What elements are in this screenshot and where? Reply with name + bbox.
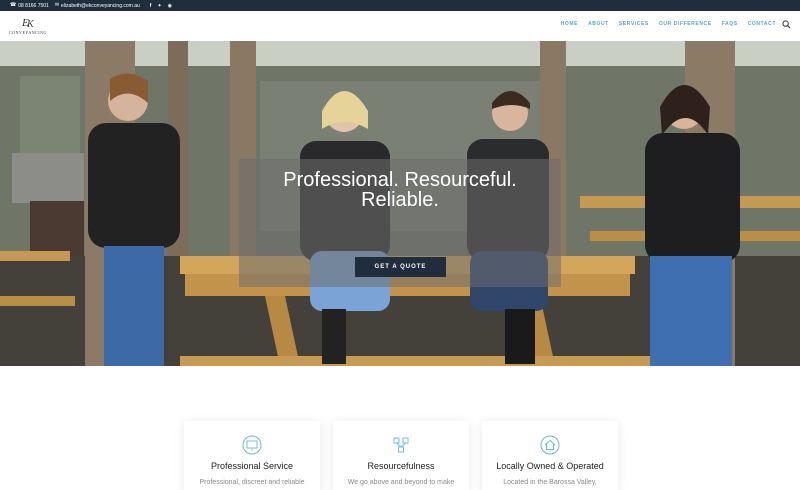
email-address: elizabeth@ekconveyancing.com.au [61, 2, 140, 9]
nav-about[interactable]: ABOUT [588, 21, 609, 27]
facebook-icon[interactable]: f [150, 3, 152, 9]
site-header: E K CONVEYANCING HOME ABOUT SERVICES OUR… [0, 11, 800, 41]
nav-services[interactable]: SERVICES [619, 21, 649, 27]
search-icon[interactable] [782, 20, 791, 29]
phone-number: 08 8166 7501 [18, 2, 49, 9]
home-icon [540, 435, 560, 455]
hero-section: Professional. Resourceful. Reliable. GET… [0, 41, 800, 366]
nav-contact[interactable]: CONTACT [748, 21, 776, 27]
logo-mark-icon: E K [21, 17, 35, 29]
email-link[interactable]: ✉ elizabeth@ekconveyancing.com.au [55, 3, 140, 9]
feature-text: We go above and beyond to make [347, 479, 455, 486]
feature-card: Professional Service Professional, discr… [184, 421, 320, 490]
network-icon [393, 437, 409, 453]
phone-icon: ☎ [10, 2, 17, 8]
main-nav: HOME ABOUT SERVICES OUR DIFFERENCE FAQS … [561, 21, 776, 27]
top-bar: ☎ 08 8166 7501 ✉ elizabeth@ekconveyancin… [0, 0, 800, 11]
nav-our-difference[interactable]: OUR DIFFERENCE [659, 21, 712, 27]
nav-home[interactable]: HOME [561, 21, 578, 27]
instagram-icon[interactable]: ◉ [168, 3, 172, 9]
nav-faqs[interactable]: FAQS [722, 21, 738, 27]
site-logo[interactable]: E K CONVEYANCING [9, 15, 47, 37]
presentation-icon [242, 435, 262, 455]
twitter-icon[interactable]: ✦ [157, 3, 161, 9]
feature-title: Resourcefulness [367, 461, 435, 471]
feature-card: Resourcefulness We go above and beyond t… [333, 421, 469, 490]
features-section: Professional Service Professional, discr… [0, 366, 800, 490]
hero-title: Professional. Resourceful. Reliable. [239, 170, 561, 210]
feature-text: Professional, discreet and reliable [199, 479, 305, 486]
svg-text:K: K [26, 19, 35, 29]
feature-card: Locally Owned & Operated Located in the … [482, 421, 618, 490]
hero-title-line2: Reliable. [361, 189, 439, 211]
email-icon: ✉ [54, 2, 60, 8]
get-a-quote-button[interactable]: GET A QUOTE [355, 257, 446, 277]
feature-title: Locally Owned & Operated [496, 461, 604, 471]
hero-title-line1: Professional. Resourceful. [283, 169, 517, 191]
phone-link[interactable]: ☎ 08 8166 7501 [10, 3, 49, 9]
feature-text: Located in the Barossa Valley, [503, 479, 597, 486]
feature-title: Professional Service [210, 461, 294, 471]
social-links: f ✦ ◉ [150, 3, 172, 9]
logo-text: CONVEYANCING [9, 30, 47, 35]
